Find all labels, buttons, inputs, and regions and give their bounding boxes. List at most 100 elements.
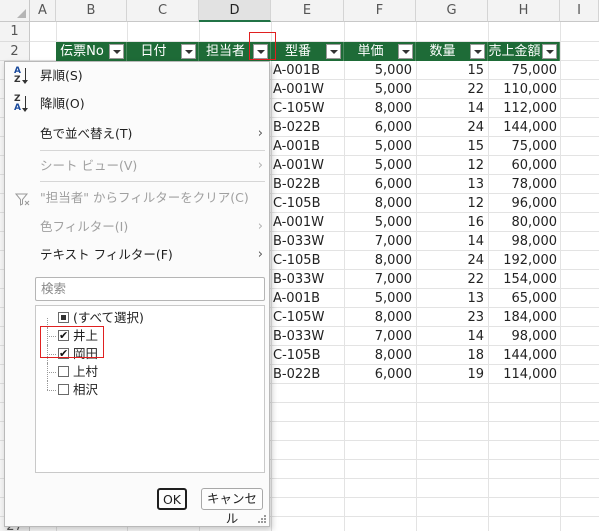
filter-item-aizawa[interactable]: 相沢 — [36, 381, 236, 399]
cell-model[interactable]: C-105B — [273, 346, 343, 365]
cell-price[interactable]: 6,000 — [344, 175, 412, 194]
filter-dropdown-button[interactable] — [542, 44, 557, 59]
cell-model[interactable]: B-033W — [273, 232, 343, 251]
cell-qty[interactable]: 24 — [416, 251, 484, 270]
cell-price[interactable]: 5,000 — [344, 137, 412, 156]
cell-model[interactable]: B-022B — [273, 365, 343, 384]
cell-qty[interactable]: 13 — [416, 289, 484, 308]
cell-price[interactable]: 5,000 — [344, 61, 412, 80]
cell-model[interactable]: C-105B — [273, 251, 343, 270]
select-all-corner[interactable] — [0, 0, 30, 22]
cell-qty[interactable]: 23 — [416, 308, 484, 327]
cell-model[interactable]: A-001W — [273, 156, 343, 175]
cell-amount[interactable]: 154,000 — [488, 270, 557, 289]
checkbox-unchecked[interactable] — [58, 366, 69, 377]
cell-amount[interactable]: 60,000 — [488, 156, 558, 175]
row-header[interactable]: 1 — [0, 22, 30, 42]
cell-model[interactable]: B-033W — [273, 327, 343, 346]
cell-amount[interactable]: 98,000 — [488, 327, 558, 346]
cell-price[interactable]: 7,000 — [344, 270, 412, 289]
cell-price[interactable]: 5,000 — [344, 80, 412, 99]
cell-price[interactable]: 6,000 — [344, 118, 412, 137]
cell-amount[interactable]: 80,000 — [488, 213, 558, 232]
cell-price[interactable]: 8,000 — [344, 251, 412, 270]
col-header-d[interactable]: D — [199, 0, 271, 22]
cell-price[interactable]: 7,000 — [344, 327, 412, 346]
menu-text-filter[interactable]: テキスト フィルター(F) › — [5, 243, 271, 267]
filter-dropdown-button[interactable] — [398, 44, 413, 59]
cell-amount[interactable]: 192,000 — [488, 251, 557, 270]
cell-amount[interactable]: 144,000 — [488, 118, 557, 137]
cell-model[interactable]: C-105W — [273, 308, 343, 327]
cell-model[interactable]: C-105W — [273, 99, 343, 118]
cell-qty[interactable]: 22 — [416, 270, 484, 289]
cell-qty[interactable]: 24 — [416, 118, 484, 137]
resize-grip-icon[interactable] — [258, 515, 266, 523]
col-header-h[interactable]: H — [488, 0, 560, 22]
cell-qty[interactable]: 13 — [416, 175, 484, 194]
col-header-c[interactable]: C — [127, 0, 199, 22]
menu-sort-descending[interactable]: ZA 降順(O) — [5, 92, 271, 116]
col-header-g[interactable]: G — [416, 0, 488, 22]
cell-price[interactable]: 8,000 — [344, 194, 412, 213]
cell-amount[interactable]: 144,000 — [488, 346, 557, 365]
filter-item-kamimura[interactable]: 上村 — [36, 363, 236, 381]
cell-qty[interactable]: 12 — [416, 194, 484, 213]
ok-button[interactable]: OK — [157, 488, 187, 510]
cell-price[interactable]: 5,000 — [344, 289, 412, 308]
cell-model[interactable]: A-001B — [273, 289, 343, 308]
filter-search-input[interactable]: 検索 — [35, 277, 265, 301]
cell-amount[interactable]: 75,000 — [488, 61, 558, 80]
col-header-a[interactable]: A — [30, 0, 56, 22]
cell-model[interactable]: B-033W — [273, 270, 343, 289]
cell-model[interactable]: A-001B — [273, 137, 343, 156]
filter-dropdown-button[interactable] — [109, 44, 124, 59]
cell-model[interactable]: A-001B — [273, 61, 343, 80]
col-header-b[interactable]: B — [56, 0, 127, 22]
menu-sort-by-color[interactable]: 色で並べ替え(T) › — [5, 122, 271, 146]
cell-amount[interactable]: 112,000 — [488, 99, 557, 118]
cell-price[interactable]: 8,000 — [344, 346, 412, 365]
cell-qty[interactable]: 15 — [416, 137, 484, 156]
cell-amount[interactable]: 98,000 — [488, 232, 558, 251]
col-header-f[interactable]: F — [344, 0, 416, 22]
checkbox-partial[interactable] — [58, 312, 69, 323]
cancel-button[interactable]: キャンセル — [201, 488, 263, 526]
cell-price[interactable]: 5,000 — [344, 156, 412, 175]
col-header-e[interactable]: E — [271, 0, 344, 22]
filter-dropdown-button[interactable] — [470, 44, 485, 59]
cell-amount[interactable]: 110,000 — [488, 80, 557, 99]
cell-price[interactable]: 7,000 — [344, 232, 412, 251]
col-header-i[interactable]: I — [560, 0, 599, 22]
cell-qty[interactable]: 12 — [416, 156, 484, 175]
cell-price[interactable]: 8,000 — [344, 308, 412, 327]
cell-price[interactable]: 8,000 — [344, 99, 412, 118]
cell-qty[interactable]: 18 — [416, 346, 484, 365]
cell-qty[interactable]: 22 — [416, 80, 484, 99]
cell-qty[interactable]: 19 — [416, 365, 484, 384]
cell-price[interactable]: 6,000 — [344, 365, 412, 384]
checkbox-unchecked[interactable] — [58, 384, 69, 395]
menu-sort-ascending[interactable]: AZ 昇順(S) — [5, 64, 271, 88]
cell-qty[interactable]: 16 — [416, 213, 484, 232]
cell-model[interactable]: B-022B — [273, 118, 343, 137]
cell-amount[interactable]: 114,000 — [488, 365, 557, 384]
cell-price[interactable]: 5,000 — [344, 213, 412, 232]
cell-model[interactable]: A-001W — [273, 80, 343, 99]
cell-qty[interactable]: 14 — [416, 232, 484, 251]
cell-model[interactable]: B-022B — [273, 175, 343, 194]
cell-amount[interactable]: 184,000 — [488, 308, 557, 327]
filter-dropdown-button[interactable] — [326, 44, 341, 59]
cell-model[interactable]: C-105B — [273, 194, 343, 213]
cell-qty[interactable]: 15 — [416, 61, 484, 80]
row-header[interactable]: 2 — [0, 42, 30, 61]
cell-amount[interactable]: 78,000 — [488, 175, 558, 194]
cell-amount[interactable]: 65,000 — [488, 289, 558, 308]
filter-item-select-all[interactable]: (すべて選択) — [36, 309, 236, 327]
filter-dropdown-button[interactable] — [181, 44, 196, 59]
cell-qty[interactable]: 14 — [416, 327, 484, 346]
cell-model[interactable]: A-001W — [273, 213, 343, 232]
cell-amount[interactable]: 96,000 — [488, 194, 558, 213]
cell-amount[interactable]: 75,000 — [488, 137, 558, 156]
cell-qty[interactable]: 14 — [416, 99, 484, 118]
